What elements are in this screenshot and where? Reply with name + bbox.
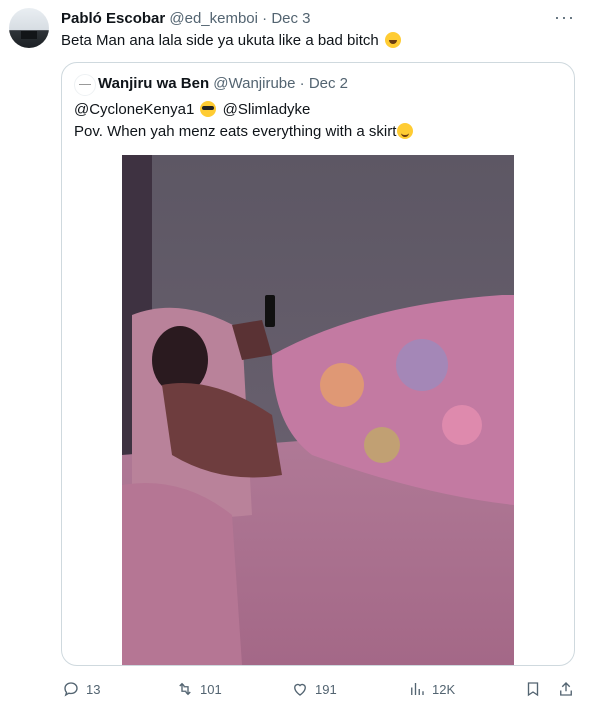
like-button[interactable]: 191	[291, 676, 337, 702]
share-icon	[560, 682, 572, 696]
bookmark-button[interactable]	[524, 676, 542, 702]
reply-button[interactable]: 13	[62, 676, 100, 702]
quote-separator-dot: ·	[299, 75, 305, 92]
avatar-image-detail	[21, 31, 37, 39]
quoted-tweet[interactable]: Wanjiru wa Ben @Wanjirube · Dec 2 @Cyclo…	[61, 62, 575, 666]
smiling-emoji-icon	[397, 123, 414, 139]
tweet-photo[interactable]	[122, 155, 514, 665]
quote-author-handle[interactable]: @Wanjirube	[213, 75, 295, 92]
tweet-text: Beta Man ana lala side ya ukuta like a b…	[61, 31, 401, 51]
views-button[interactable]: 12K	[408, 676, 455, 702]
heart-icon	[294, 683, 306, 696]
avatar[interactable]	[9, 8, 49, 48]
retweet-button[interactable]: 101	[176, 676, 222, 702]
author-handle[interactable]: @ed_kemboi	[169, 10, 258, 27]
quote-text: Pov. When yah menz eats everything with …	[74, 122, 414, 142]
more-icon[interactable]: ···	[554, 8, 575, 26]
reply-count: 13	[86, 681, 101, 697]
photo-illustration	[122, 155, 514, 665]
tweet-header: Pabló Escobar @ed_kemboi · Dec 3	[61, 9, 311, 29]
views-count: 12K	[432, 681, 456, 697]
views-chart-icon	[411, 683, 424, 695]
laughing-emoji-icon	[384, 32, 401, 48]
sunglasses-emoji-icon	[200, 101, 217, 117]
retweet-count: 101	[200, 681, 222, 697]
quote-header: Wanjiru wa Ben @Wanjirube · Dec 2	[98, 74, 348, 94]
bookmark-icon	[527, 682, 539, 697]
retweet-icon	[179, 682, 191, 696]
mention-link[interactable]: @Slimladyke	[223, 101, 311, 118]
quote-avatar[interactable]	[74, 74, 96, 96]
author-name[interactable]: Pabló Escobar	[61, 10, 165, 27]
quote-text-content: Pov. When yah menz eats everything with …	[74, 123, 397, 140]
like-count: 191	[315, 681, 337, 697]
quote-date[interactable]: Dec 2	[309, 75, 348, 92]
tweet-actions: 13 101 191 12K	[0, 676, 597, 702]
tweet-text-content: Beta Man ana lala side ya ukuta like a b…	[61, 32, 379, 49]
tweet: Pabló Escobar @ed_kemboi · Dec 3 ··· Bet…	[0, 0, 597, 711]
quote-author-name[interactable]: Wanjiru wa Ben	[98, 75, 209, 92]
separator-dot: ·	[262, 10, 268, 27]
quote-mentions: @CycloneKenya1 @Slimladyke	[74, 100, 310, 120]
tweet-date[interactable]: Dec 3	[271, 10, 310, 27]
reply-icon	[64, 682, 78, 697]
mention-link[interactable]: @CycloneKenya1	[74, 101, 194, 118]
share-button[interactable]	[557, 676, 575, 702]
